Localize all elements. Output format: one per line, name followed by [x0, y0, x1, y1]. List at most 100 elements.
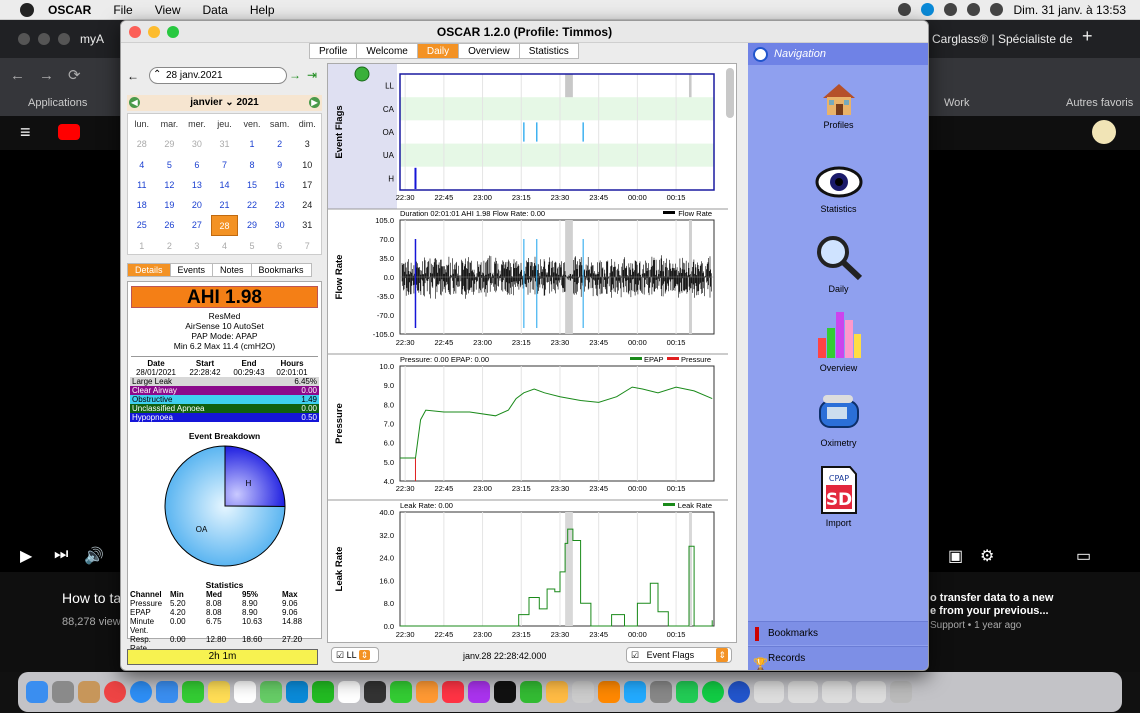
menu-data[interactable]: Data — [202, 3, 227, 17]
calendar-day[interactable]: 31 — [293, 215, 321, 235]
pin-icon[interactable] — [354, 66, 370, 82]
tv-icon[interactable] — [494, 681, 516, 703]
status-icon[interactable] — [944, 3, 958, 16]
window-thumb-icon[interactable] — [788, 681, 818, 703]
facetime-icon[interactable] — [390, 681, 412, 703]
reminders-icon[interactable] — [338, 681, 360, 703]
next-month-icon[interactable]: ▶ — [309, 97, 320, 108]
calendar-day[interactable]: 9 — [266, 155, 294, 175]
menu-file[interactable]: File — [113, 3, 132, 17]
event-row[interactable]: Clear Airway 0.00 — [130, 386, 319, 395]
calendar-day[interactable]: 30 — [266, 215, 294, 235]
pages-icon[interactable] — [416, 681, 438, 703]
browser-tab[interactable]: Carglass® | Spécialiste de — [932, 32, 1073, 46]
nav-import[interactable]: SD CPAP Import — [748, 465, 928, 528]
youtube-logo-icon[interactable] — [58, 124, 80, 140]
close-dot[interactable] — [18, 33, 30, 45]
tab-welcome[interactable]: Welcome — [356, 43, 417, 59]
search-icon[interactable] — [990, 3, 1004, 16]
prev-month-icon[interactable]: ◀ — [129, 97, 140, 108]
trash-icon[interactable] — [890, 681, 912, 703]
calendar-day[interactable]: 14 — [211, 175, 239, 195]
safari-icon[interactable] — [130, 681, 152, 703]
calendar-day[interactable]: 11 — [128, 175, 156, 195]
minimize-button[interactable] — [148, 26, 160, 38]
nav-oximetry[interactable]: Oximetry — [748, 393, 928, 448]
window-thumb-icon[interactable] — [856, 681, 886, 703]
calendar-day[interactable]: 15 — [238, 175, 266, 195]
calendar-day[interactable]: 1 — [238, 134, 266, 154]
calendar-day[interactable]: 22 — [238, 195, 266, 215]
calendar-day[interactable]: 21 — [211, 195, 239, 215]
event-row[interactable]: Hypopnoea 0.50 — [130, 413, 319, 422]
nav-overview[interactable]: Overview — [748, 308, 928, 373]
new-tab-icon[interactable]: + — [1082, 26, 1093, 47]
calendar-icon[interactable] — [234, 681, 256, 703]
music-icon[interactable] — [442, 681, 464, 703]
cast-icon[interactable]: ▭ — [1076, 546, 1091, 566]
calendar-day[interactable]: 4 — [211, 236, 239, 256]
right-select[interactable]: ☑ Event Flags ⇕ — [626, 647, 732, 663]
tab-statistics[interactable]: Statistics — [518, 43, 579, 59]
min-dot[interactable] — [38, 33, 50, 45]
calendar-day[interactable]: 31 — [211, 134, 239, 154]
calendar-day[interactable]: 6 — [266, 236, 294, 256]
calendar-day[interactable]: 2 — [266, 134, 294, 154]
spotify-icon[interactable] — [702, 681, 724, 703]
calendar-day[interactable]: 7 — [211, 155, 239, 175]
nav-bookmarks[interactable]: Bookmarks — [748, 621, 928, 645]
maps-icon[interactable] — [260, 681, 282, 703]
tab-bookmarks[interactable]: Bookmarks — [250, 263, 312, 277]
close-button[interactable] — [129, 26, 141, 38]
calendar-day[interactable]: 3 — [293, 134, 321, 154]
browser-tab[interactable]: myA — [80, 32, 104, 46]
whatsapp-icon[interactable] — [676, 681, 698, 703]
related-title[interactable]: o transfer data to a new — [930, 592, 1053, 604]
left-select[interactable]: ☑ LL ⇕ — [331, 647, 379, 663]
prev-day-icon[interactable]: ← — [127, 69, 139, 83]
calendar-day[interactable]: 28 — [128, 134, 156, 154]
photobooth-icon[interactable] — [364, 681, 386, 703]
preview-icon[interactable] — [572, 681, 594, 703]
numbers-icon[interactable] — [520, 681, 542, 703]
zoom-button[interactable] — [167, 26, 179, 38]
session-row[interactable]: 28/01/2021 22:28:42 00:29:43 02:01:01 — [128, 368, 321, 377]
notes-icon[interactable] — [208, 681, 230, 703]
next-icon[interactable]: ⏭ — [54, 546, 68, 564]
nav-records[interactable]: 🏆 Records — [748, 646, 928, 670]
date-field[interactable]: ⌃ 28 janv.2021 — [149, 67, 287, 84]
event-row[interactable]: Obstructive 1.49 — [130, 395, 319, 404]
photos-icon[interactable] — [546, 681, 568, 703]
play-icon[interactable]: ▶ — [20, 546, 32, 566]
chevron-updown-icon[interactable]: ⇕ — [358, 650, 371, 660]
appstore-icon[interactable] — [624, 681, 646, 703]
nav-arrows-icon[interactable]: ←→⟳ — [10, 66, 95, 84]
scrollbar[interactable] — [726, 68, 734, 118]
contacts-icon[interactable] — [78, 681, 100, 703]
books-icon[interactable] — [598, 681, 620, 703]
nav-profiles[interactable]: Profiles — [748, 81, 928, 130]
tab-details[interactable]: Details — [127, 263, 170, 277]
calendar-month[interactable]: janvier — [190, 97, 222, 108]
chrome-icon[interactable] — [104, 681, 126, 703]
wifi-icon[interactable] — [967, 3, 981, 16]
clock[interactable]: Dim. 31 janv. à 13:53 — [1013, 3, 1126, 17]
calendar-day[interactable]: 23 — [266, 195, 294, 215]
calendar-day[interactable]: 25 — [128, 215, 156, 235]
window-thumb-icon[interactable] — [822, 681, 852, 703]
calendar-day[interactable]: 12 — [156, 175, 184, 195]
calendar-day[interactable]: 24 — [293, 195, 321, 215]
chevron-up-icon[interactable]: ⌃ — [153, 67, 161, 82]
nav-daily[interactable]: Daily — [748, 233, 928, 294]
chevron-down-icon[interactable]: ⌄ — [225, 97, 236, 108]
related-title-2[interactable]: e from your previous... — [930, 605, 1049, 617]
skype-icon[interactable] — [286, 681, 308, 703]
bookmark-other[interactable]: Autres favoris — [1066, 97, 1133, 109]
mail-icon[interactable] — [156, 681, 178, 703]
menu-view[interactable]: View — [155, 3, 181, 17]
oscar-icon[interactable] — [728, 681, 750, 703]
finder-icon[interactable] — [26, 681, 48, 703]
calendar-day[interactable]: 18 — [128, 195, 156, 215]
skype-icon[interactable] — [921, 3, 935, 16]
menu-app[interactable]: OSCAR — [48, 3, 91, 17]
